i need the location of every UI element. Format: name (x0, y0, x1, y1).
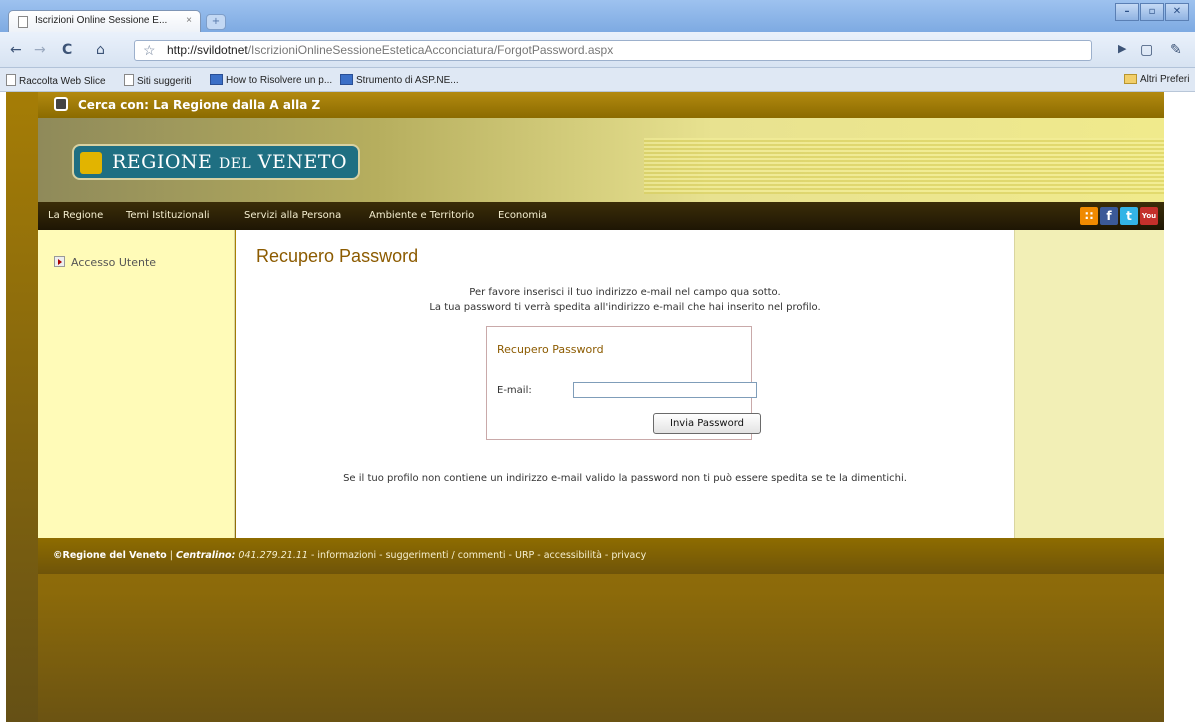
site-logo[interactable]: REGIONE DEL VENETO (72, 144, 360, 180)
separator: | (166, 550, 176, 561)
reload-icon[interactable]: C (62, 42, 72, 58)
header-banner: REGIONE DEL VENETO (38, 118, 1164, 202)
bookmark-label: Altri Preferi (1140, 74, 1190, 85)
bookmarks-bar: Raccolta Web Slice Siti suggeriti How to… (0, 68, 1195, 92)
form-title: Recupero Password (497, 343, 604, 356)
centralino-label: Centralino: (175, 550, 236, 561)
sidebar-item-label: Accesso Utente (71, 256, 157, 269)
page-icon (18, 16, 28, 28)
page-icon (124, 74, 134, 86)
left-sidebar: Accesso Utente (38, 230, 235, 538)
browser-tab[interactable]: Iscrizioni Online Sessione E... × (8, 10, 201, 32)
footer-links[interactable]: - informazioni - suggerimenti / commenti… (308, 550, 646, 561)
search-link[interactable]: Cerca con: La Regione dalla A alla Z (78, 98, 320, 112)
folder-icon (1124, 74, 1137, 84)
new-tab-button[interactable]: + (206, 14, 226, 30)
minimize-button[interactable]: – (1115, 3, 1139, 21)
page-margin (6, 92, 38, 722)
aspnet-icon (340, 74, 353, 85)
home-icon[interactable]: ⌂ (96, 42, 105, 58)
menu-item[interactable]: Ambiente e Territorio (369, 210, 474, 221)
centralino-number: 041.279.21.11 (238, 550, 308, 561)
close-tab-icon[interactable]: × (186, 15, 192, 26)
right-sidebar (1014, 230, 1164, 538)
go-icon[interactable]: ▶ (1118, 42, 1126, 55)
menu-item[interactable]: Temi Istituzionali (126, 210, 210, 221)
page-icon (6, 74, 16, 86)
youtube-icon[interactable]: You (1140, 207, 1158, 225)
close-window-button[interactable]: ✕ (1165, 3, 1189, 21)
main-menu: La Regione Temi Istituzionali Servizi al… (38, 202, 1164, 230)
footer-text: ©Regione del Veneto | Centralino: 041.27… (53, 550, 646, 561)
copyright: ©Regione del Veneto (53, 550, 167, 561)
menu-item[interactable]: La Regione (48, 210, 103, 221)
banner-decoration (644, 138, 1164, 194)
search-bar: Cerca con: La Regione dalla A alla Z (38, 92, 1164, 118)
bookmark-item[interactable]: How to Risolvere un p... (210, 74, 332, 86)
browser-titlebar: Iscrizioni Online Sessione E... × + – ▫ … (0, 0, 1195, 32)
intro-text: Per favore inserisci il tuo indirizzo e-… (236, 285, 1014, 315)
facebook-icon[interactable]: f (1100, 207, 1118, 225)
footer: ©Regione del Veneto | Centralino: 041.27… (38, 538, 1164, 574)
wrench-icon[interactable]: ✎ (1170, 42, 1182, 58)
sidebar-item-accesso-utente[interactable]: Accesso Utente (54, 256, 156, 269)
lion-emblem-icon (80, 152, 102, 174)
address-bar[interactable]: ☆ http://svildotnet/IscrizioniOnlineSess… (134, 40, 1092, 61)
maximize-button[interactable]: ▫ (1140, 3, 1164, 21)
help-note: Se il tuo profilo non contiene un indiri… (343, 473, 907, 484)
other-bookmarks[interactable]: Altri Preferi (1124, 74, 1189, 85)
menu-item[interactable]: Economia (498, 210, 547, 221)
bookmark-item[interactable]: Strumento di ASP.NE... (340, 74, 459, 86)
bookmark-star-icon[interactable]: ☆ (143, 41, 156, 60)
menu-item[interactable]: Servizi alla Persona (244, 210, 341, 221)
bookmark-label: Siti suggeriti (137, 76, 192, 87)
rss-icon[interactable]: ∷ (1080, 207, 1098, 225)
twitter-icon[interactable]: t (1120, 207, 1138, 225)
logo-text: REGIONE DEL VENETO (112, 151, 348, 173)
page-viewport: Cerca con: La Regione dalla A alla Z REG… (0, 92, 1195, 722)
page-menu-icon[interactable]: ▢ (1140, 42, 1153, 58)
bookmark-label: Strumento di ASP.NE... (356, 75, 459, 86)
send-password-button[interactable]: Invia Password (653, 413, 761, 434)
search-icon[interactable] (54, 97, 68, 111)
bookmark-item[interactable]: Siti suggeriti (124, 74, 191, 87)
page-title: Recupero Password (256, 246, 419, 266)
email-field[interactable] (573, 382, 757, 398)
email-label: E-mail: (497, 385, 532, 396)
arrow-right-icon (54, 256, 65, 267)
tile-icon (210, 74, 223, 85)
url-host: http://svildotnet (167, 43, 248, 57)
url-path: /IscrizioniOnlineSessioneEsteticaAcconci… (247, 43, 614, 57)
main-content: Recupero Password Per favore inserisci i… (236, 230, 1014, 538)
window-controls: – ▫ ✕ (1115, 3, 1189, 21)
bookmark-label: Raccolta Web Slice (19, 76, 106, 87)
back-icon[interactable]: ← (10, 42, 22, 58)
site-container: Cerca con: La Regione dalla A alla Z REG… (38, 92, 1164, 722)
bookmark-item[interactable]: Raccolta Web Slice (6, 74, 106, 87)
forward-icon[interactable]: → (34, 42, 46, 58)
browser-toolbar: ← → C ⌂ ☆ http://svildotnet/IscrizioniOn… (0, 32, 1195, 68)
bookmark-label: How to Risolvere un p... (226, 75, 333, 86)
intro-line: Per favore inserisci il tuo indirizzo e-… (469, 287, 781, 298)
password-recovery-form: Recupero Password E-mail: Invia Password (486, 326, 761, 440)
tab-title: Iscrizioni Online Sessione E... (35, 15, 168, 26)
intro-line: La tua password ti verrà spedita all'ind… (429, 302, 821, 313)
